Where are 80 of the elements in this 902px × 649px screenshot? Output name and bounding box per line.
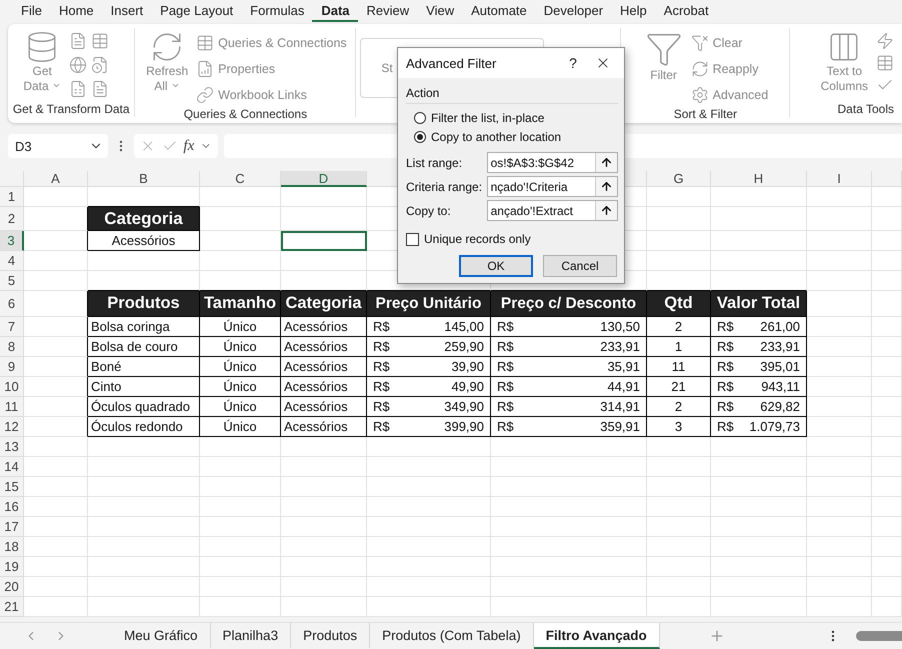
currency-symbol: R$ <box>496 339 514 354</box>
table-cell-text: Acessórios <box>283 419 349 434</box>
field-label: Criteria range: <box>406 180 484 194</box>
table-cell-text: 11 <box>670 359 686 374</box>
table-cell-text: Único <box>222 419 258 434</box>
table-cell-text: Acessórios <box>283 359 349 374</box>
table-cell-text: 3 <box>674 419 684 434</box>
criteria-header: Categoria <box>103 208 184 228</box>
table-cell-text: Único <box>222 359 258 374</box>
table-cell-text: Bolsa de couro <box>90 339 179 354</box>
gallery-label: St <box>381 61 393 75</box>
currency-symbol: R$ <box>716 339 734 354</box>
table-cell-text: Acessórios <box>283 319 349 334</box>
table-cell-text: 21 <box>670 379 687 394</box>
table-header: Tamanho <box>202 294 278 313</box>
currency-symbol: R$ <box>372 359 390 374</box>
currency-symbol: R$ <box>372 379 390 394</box>
group-label: Data Tools <box>838 101 894 117</box>
table-cell-text: 2 <box>674 399 684 414</box>
currency-symbol: R$ <box>716 379 734 394</box>
table-header: Produtos <box>106 294 181 313</box>
currency-symbol: R$ <box>716 399 734 414</box>
table-cell-text: 2 <box>674 319 684 334</box>
amount: 359,91 <box>600 419 641 434</box>
table-cell-text: Único <box>222 379 258 394</box>
currency-symbol: R$ <box>496 419 514 434</box>
amount: 395,01 <box>760 359 801 374</box>
group-label: Queries & Connections <box>184 106 308 122</box>
group-label: Sort & Filter <box>674 106 738 122</box>
field-label: Copy to: <box>406 204 452 218</box>
table-cell-text: Cinto <box>90 379 122 394</box>
currency-symbol: R$ <box>716 419 734 434</box>
currency-symbol: R$ <box>496 319 514 334</box>
group-label: Action <box>406 86 618 104</box>
currency-symbol: R$ <box>372 399 390 414</box>
amount: 233,91 <box>600 339 641 354</box>
table-cell-text: Boné <box>90 359 122 374</box>
amount: 130,50 <box>600 319 641 334</box>
table-cell-text: Único <box>222 339 258 354</box>
amount: 261,00 <box>760 319 801 334</box>
currency-symbol: R$ <box>372 339 390 354</box>
amount: 39,90 <box>451 359 485 374</box>
amount: 349,90 <box>444 399 485 414</box>
amount: 629,82 <box>760 399 801 414</box>
amount: 259,90 <box>444 339 485 354</box>
table-header: Categoria <box>284 294 363 313</box>
table-cell-text: Óculos redondo <box>90 419 184 434</box>
field-label: List range: <box>406 156 464 170</box>
group-label: Get & Transform Data <box>12 101 130 117</box>
amount: 943,11 <box>761 379 801 394</box>
table-cell-text: 1 <box>674 339 684 354</box>
dialog-title: Advanced Filter <box>406 56 498 70</box>
amount: 233,91 <box>760 339 801 354</box>
table-header: Valor Total <box>716 294 802 313</box>
table-header: Qtd <box>663 294 694 313</box>
currency-symbol: R$ <box>372 419 390 434</box>
currency-symbol: R$ <box>372 319 390 334</box>
amount: 1.079,73 <box>749 419 801 434</box>
amount: 49,90 <box>451 379 485 394</box>
amount: 145,00 <box>444 319 485 334</box>
currency-symbol: R$ <box>716 359 734 374</box>
amount: 399,90 <box>444 419 485 434</box>
currency-symbol: R$ <box>716 319 734 334</box>
table-cell-text: Acessórios <box>283 379 349 394</box>
cell-reference: D3 <box>15 138 32 154</box>
table-cell-text: Único <box>222 399 258 414</box>
amount: 314,91 <box>600 399 641 414</box>
table-cell-text: Único <box>222 319 258 334</box>
table-cell-text: Óculos quadrado <box>90 399 192 414</box>
amount: 44,91 <box>607 379 641 394</box>
table-cell-text: Acessórios <box>283 339 349 354</box>
table-cell-text: Bolsa coringa <box>90 319 171 334</box>
currency-symbol: R$ <box>496 399 514 414</box>
criteria-value: Acessórios <box>110 233 176 248</box>
table-cell-text: Acessórios <box>283 399 349 414</box>
table-header: Preço Unitário <box>374 294 482 312</box>
amount: 35,91 <box>607 359 641 374</box>
table-header: Preço c/ Desconto <box>500 294 638 312</box>
currency-symbol: R$ <box>496 359 514 374</box>
currency-symbol: R$ <box>496 379 514 394</box>
